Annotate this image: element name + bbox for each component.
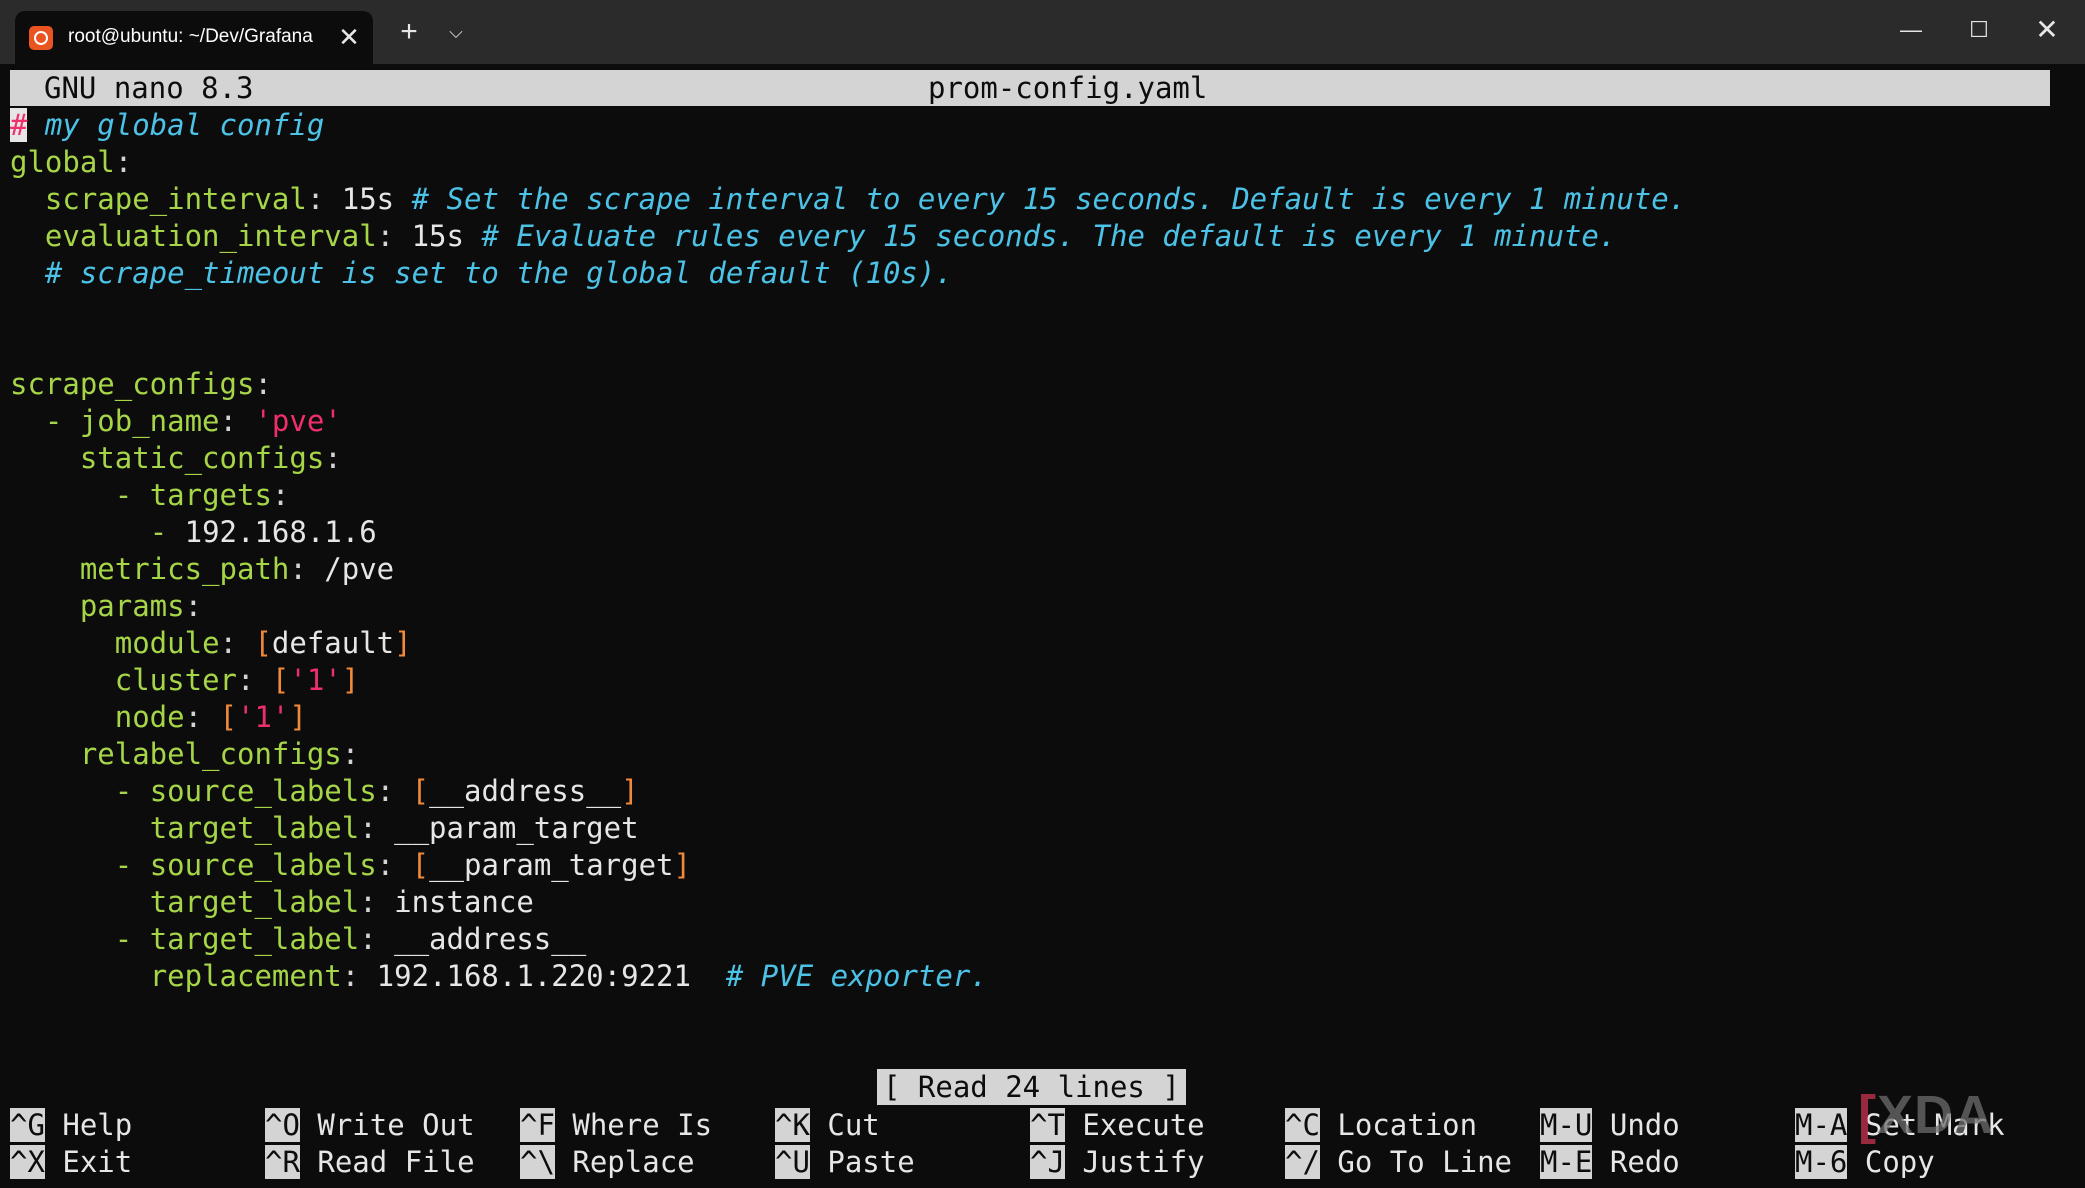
editor-line: # my global config (10, 108, 325, 142)
shortcut-read-file[interactable]: ^R Read File (265, 1144, 475, 1181)
editor-line: global: (10, 145, 133, 179)
editor-line: - source_labels: [__param_target] (114, 848, 691, 882)
chevron-down-icon[interactable]: ⌵ (440, 16, 472, 48)
shortcut-execute[interactable]: ^T Execute (1030, 1107, 1205, 1144)
maximize-button[interactable]: ☐ (1945, 0, 2013, 60)
editor-line: - 192.168.1.6 (149, 515, 377, 549)
title-bar: root@ubuntu: ~/Dev/Grafana ✕ + ⌵ — ☐ ✕ (0, 0, 2085, 64)
file-name: prom-config.yaml (928, 71, 1208, 105)
shortcut-justify[interactable]: ^J Justify (1030, 1144, 1205, 1181)
nano-title-bar: GNU nano 8.3 prom-config.yaml (10, 70, 2050, 106)
minimize-button[interactable]: — (1877, 0, 1945, 60)
shortcut-cut[interactable]: ^K Cut (775, 1107, 880, 1144)
close-window-button[interactable]: ✕ (2013, 0, 2081, 60)
shortcut-location[interactable]: ^C Location (1285, 1107, 1477, 1144)
close-tab-icon[interactable]: ✕ (334, 22, 364, 52)
nano-version: GNU nano 8.3 (44, 71, 254, 105)
editor-line: evaluation_interval: 15s # Evaluate rule… (44, 219, 1617, 253)
new-tab-button[interactable]: + (393, 16, 425, 48)
shortcut-go-to-line[interactable]: ^/ Go To Line (1285, 1144, 1512, 1181)
editor-line: target_label: instance (149, 885, 534, 919)
editor-line: params: (79, 589, 203, 623)
terminal-area[interactable]: GNU nano 8.3 prom-config.yaml # my globa… (10, 64, 2075, 1188)
shortcut-exit[interactable]: ^X Exit (10, 1144, 132, 1181)
ubuntu-icon (29, 26, 53, 50)
editor-line: - source_labels: [__address__] (114, 774, 639, 808)
editor-line: static_configs: (79, 441, 342, 475)
shortcut-copy[interactable]: M-6 Copy (1795, 1144, 1935, 1181)
shortcut-bar: ^G Help ^X Exit ^O Write Out ^R Read Fil… (10, 1107, 2075, 1181)
shortcut-replace[interactable]: ^\ Replace (520, 1144, 695, 1181)
editor-line: scrape_configs: (10, 367, 272, 401)
editor-line: node: ['1'] (114, 700, 307, 734)
editor-line: cluster: ['1'] (114, 663, 360, 697)
editor-line: relabel_configs: (79, 737, 360, 771)
shortcut-write-out[interactable]: ^O Write Out (265, 1107, 475, 1144)
editor-line: - target_label: __address__ (114, 922, 587, 956)
editor-line: replacement: 192.168.1.220:9221 # PVE ex… (149, 959, 988, 993)
status-message: [ Read 24 lines ] (877, 1069, 1186, 1105)
tab-title: root@ubuntu: ~/Dev/Grafana (68, 26, 313, 47)
terminal-window: root@ubuntu: ~/Dev/Grafana ✕ + ⌵ — ☐ ✕ G… (0, 0, 2085, 1188)
editor-line: scrape_interval: 15s # Set the scrape in… (44, 182, 1687, 216)
editor-line: target_label: __param_target (149, 811, 639, 845)
shortcut-undo[interactable]: M-U Undo (1540, 1107, 1680, 1144)
shortcut-help[interactable]: ^G Help (10, 1107, 132, 1144)
editor-line: - job_name: 'pve' (44, 404, 342, 438)
editor-line: module: [default] (114, 626, 412, 660)
xda-watermark-logo: [XDA (1858, 1085, 1994, 1145)
editor-buffer[interactable]: # my global config global: scrape_interv… (10, 107, 2070, 995)
editor-line: # scrape_timeout is set to the global de… (44, 256, 953, 290)
shortcut-paste[interactable]: ^U Paste (775, 1144, 915, 1181)
editor-line: - targets: (114, 478, 290, 512)
editor-line: metrics_path: /pve (79, 552, 395, 586)
terminal-tab[interactable]: root@ubuntu: ~/Dev/Grafana ✕ (15, 11, 373, 64)
shortcut-redo[interactable]: M-E Redo (1540, 1144, 1680, 1181)
shortcut-where-is[interactable]: ^F Where Is (520, 1107, 712, 1144)
text-cursor: # (10, 108, 28, 142)
